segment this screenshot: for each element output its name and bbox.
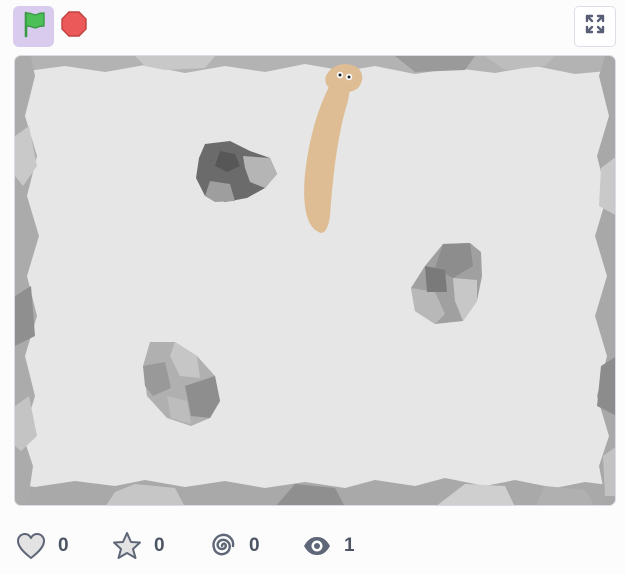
fullscreen-icon — [585, 14, 605, 39]
project-player: 0 0 0 1 — [0, 0, 625, 574]
view-stat: 1 — [300, 522, 355, 570]
eye-icon — [300, 529, 334, 563]
game-stage[interactable] — [14, 55, 616, 506]
love-count: 0 — [58, 535, 69, 556]
remix-spiral-icon — [205, 529, 239, 563]
star-icon[interactable] — [110, 529, 144, 563]
view-count: 1 — [344, 535, 355, 556]
love-stat[interactable]: 0 — [14, 522, 69, 570]
project-stats: 0 0 0 1 — [0, 522, 625, 570]
fullscreen-button[interactable] — [574, 6, 616, 47]
stop-button[interactable] — [56, 6, 92, 47]
favorite-count: 0 — [154, 535, 165, 556]
heart-icon[interactable] — [14, 529, 48, 563]
green-flag-icon — [21, 10, 47, 43]
favorite-stat[interactable]: 0 — [110, 522, 165, 570]
remix-count: 0 — [249, 535, 260, 556]
remix-stat: 0 — [205, 522, 260, 570]
stop-sign-icon — [61, 11, 87, 42]
player-controls — [0, 0, 625, 52]
green-flag-button[interactable] — [13, 6, 54, 47]
